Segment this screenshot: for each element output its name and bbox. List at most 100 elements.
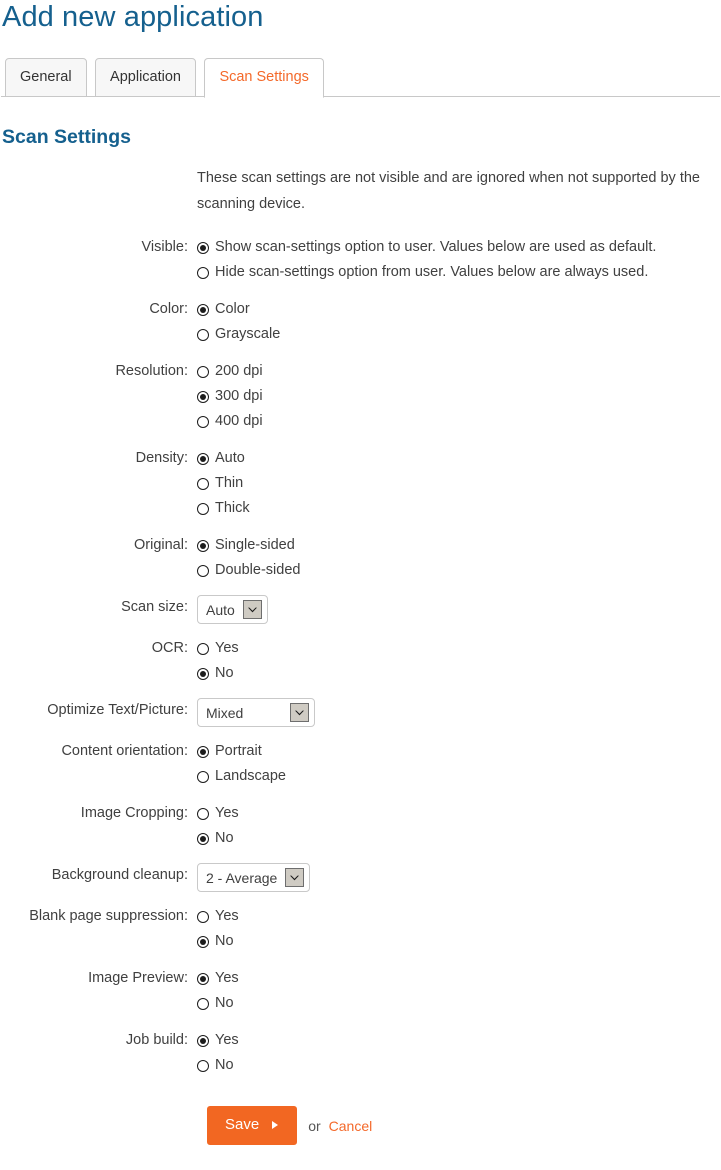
label-optimize: Optimize Text/Picture:	[47, 702, 188, 718]
radio-image-preview-no[interactable]: No	[197, 991, 720, 1016]
page-title: Add new application	[2, 1, 264, 33]
radio-original-double-sided[interactable]: Double-sided	[197, 558, 720, 583]
radio-density-auto[interactable]: Auto	[197, 446, 720, 471]
cancel-link[interactable]: Cancel	[329, 1118, 373, 1134]
radio-image-cropping-yes[interactable]: Yes	[197, 801, 720, 826]
radio-label: No	[215, 830, 234, 846]
radio-label: Single-sided	[215, 537, 295, 553]
radio-image-preview-yes[interactable]: Yes	[197, 966, 720, 991]
radio-indicator-icon[interactable]	[197, 997, 209, 1010]
radio-label: Double-sided	[215, 562, 301, 578]
radio-ocr-no[interactable]: No	[197, 661, 720, 686]
radio-color-color[interactable]: Color	[197, 297, 720, 322]
save-button[interactable]: Save	[207, 1106, 298, 1145]
radio-blank-page-yes[interactable]: Yes	[197, 904, 720, 929]
radio-label: Yes	[215, 908, 239, 924]
radio-indicator-icon[interactable]	[197, 266, 209, 279]
radio-label: No	[215, 665, 234, 681]
chevron-down-icon[interactable]	[242, 600, 262, 619]
radio-label: Hide scan-settings option from user. Val…	[215, 264, 649, 280]
intro-row: These scan settings are not visible and …	[1, 165, 720, 217]
radio-indicator-icon[interactable]	[197, 770, 209, 783]
radio-indicator-icon[interactable]	[197, 539, 209, 552]
radio-resolution-300[interactable]: 300 dpi	[197, 384, 720, 409]
select-background-cleanup[interactable]: 2 - Average	[197, 863, 311, 892]
label-resolution: Resolution:	[115, 363, 188, 379]
label-blank-page-suppression: Blank page suppression:	[29, 908, 188, 924]
section-heading: Scan Settings	[2, 126, 131, 148]
radio-orientation-portrait[interactable]: Portrait	[197, 739, 720, 764]
radio-indicator-icon[interactable]	[197, 452, 209, 465]
select-optimize-text-picture[interactable]: Mixed	[197, 698, 315, 727]
radio-label: 200 dpi	[215, 363, 263, 379]
radio-indicator-icon[interactable]	[197, 807, 209, 820]
radio-label: No	[215, 995, 234, 1011]
radio-image-cropping-no[interactable]: No	[197, 826, 720, 851]
radio-indicator-icon[interactable]	[197, 1059, 209, 1072]
radio-indicator-icon[interactable]	[197, 642, 209, 655]
label-content-orientation: Content orientation:	[61, 743, 188, 759]
tab-strip: General Application Scan Settings	[1, 58, 720, 98]
radio-label: Grayscale	[215, 326, 281, 342]
field-row-image-preview: Image Preview: Yes No	[1, 966, 720, 1016]
radio-indicator-icon[interactable]	[197, 477, 209, 490]
label-image-preview: Image Preview:	[88, 970, 188, 986]
intro-text: These scan settings are not visible and …	[197, 170, 700, 212]
radio-indicator-icon[interactable]	[197, 910, 209, 923]
select-scan-size[interactable]: Auto	[197, 595, 268, 624]
radio-indicator-icon[interactable]	[197, 1034, 209, 1047]
scan-settings-form: These scan settings are not visible and …	[1, 165, 720, 1145]
radio-indicator-icon[interactable]	[197, 564, 209, 577]
radio-original-single-sided[interactable]: Single-sided	[197, 533, 720, 558]
radio-color-grayscale[interactable]: Grayscale	[197, 322, 720, 347]
label-scan-size: Scan size:	[121, 599, 188, 615]
radio-job-build-no[interactable]: No	[197, 1053, 720, 1078]
radio-visible-hide[interactable]: Hide scan-settings option from user. Val…	[197, 260, 720, 285]
arrow-right-icon	[271, 1120, 279, 1130]
radio-ocr-yes[interactable]: Yes	[197, 636, 720, 661]
radio-density-thin[interactable]: Thin	[197, 471, 720, 496]
select-value: Mixed	[206, 704, 244, 721]
radio-indicator-icon[interactable]	[197, 241, 209, 254]
label-density: Density:	[135, 450, 188, 466]
radio-indicator-icon[interactable]	[197, 390, 209, 403]
radio-resolution-400[interactable]: 400 dpi	[197, 409, 720, 434]
radio-indicator-icon[interactable]	[197, 502, 209, 515]
radio-indicator-icon[interactable]	[197, 328, 209, 341]
field-row-visible: Visible: Show scan-settings option to us…	[1, 235, 720, 285]
radio-orientation-landscape[interactable]: Landscape	[197, 764, 720, 789]
field-row-content-orientation: Content orientation: Portrait Landscape	[1, 739, 720, 789]
radio-indicator-icon[interactable]	[197, 832, 209, 845]
radio-indicator-icon[interactable]	[197, 415, 209, 428]
radio-visible-show[interactable]: Show scan-settings option to user. Value…	[197, 235, 720, 260]
tab-application[interactable]: Application	[95, 58, 196, 97]
field-row-background-cleanup: Background cleanup: 2 - Average	[1, 863, 720, 892]
radio-label: Yes	[215, 1032, 239, 1048]
radio-indicator-icon[interactable]	[197, 745, 209, 758]
radio-label: Color	[215, 301, 250, 317]
chevron-down-icon[interactable]	[290, 703, 309, 722]
chevron-down-icon[interactable]	[285, 868, 305, 887]
field-row-density: Density: Auto Thin Thick	[1, 446, 720, 521]
or-separator: or	[308, 1117, 321, 1134]
tab-scan-settings[interactable]: Scan Settings	[204, 58, 324, 98]
radio-blank-page-no[interactable]: No	[197, 929, 720, 954]
radio-indicator-icon[interactable]	[197, 972, 209, 985]
label-visible: Visible:	[141, 239, 188, 255]
radio-resolution-200[interactable]: 200 dpi	[197, 359, 720, 384]
radio-indicator-icon[interactable]	[197, 303, 209, 316]
radio-label: Thick	[215, 500, 250, 516]
radio-label: Portrait	[215, 743, 262, 759]
select-value: Auto	[206, 601, 235, 618]
radio-label: Show scan-settings option to user. Value…	[215, 239, 657, 255]
radio-indicator-icon[interactable]	[197, 935, 209, 948]
radio-indicator-icon[interactable]	[197, 365, 209, 378]
radio-label: Thin	[215, 475, 244, 491]
tab-general[interactable]: General	[5, 58, 87, 97]
radio-density-thick[interactable]: Thick	[197, 496, 720, 521]
radio-indicator-icon[interactable]	[197, 667, 209, 680]
label-image-cropping: Image Cropping:	[80, 805, 188, 821]
radio-job-build-yes[interactable]: Yes	[197, 1028, 720, 1053]
label-job-build: Job build:	[125, 1032, 188, 1048]
field-row-ocr: OCR: Yes No	[1, 636, 720, 686]
